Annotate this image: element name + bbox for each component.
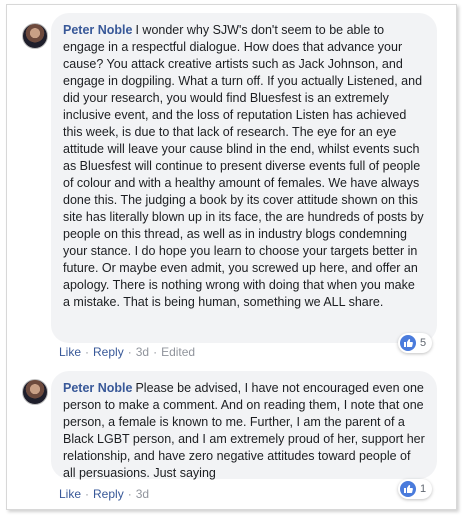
thumbs-up-icon	[400, 481, 416, 497]
comment-body: Peter Noble Please be advised, I have not…	[63, 380, 425, 482]
comment-actions: Like · Reply · 3d	[59, 487, 150, 501]
thumbs-up-icon	[400, 335, 416, 351]
avatar[interactable]	[22, 379, 48, 405]
edited-label[interactable]: Edited	[161, 345, 195, 359]
like-link[interactable]: Like	[59, 345, 81, 359]
comment-thread: Peter Noble I wonder why SJW's don't seem…	[6, 4, 457, 510]
comment-author[interactable]: Peter Noble	[63, 381, 132, 395]
avatar[interactable]	[22, 23, 48, 49]
comment-author[interactable]: Peter Noble	[63, 23, 132, 37]
reaction-number: 5	[420, 337, 427, 349]
reply-link[interactable]: Reply	[93, 487, 124, 501]
comment-actions: Like · Reply · 3d · Edited	[59, 345, 196, 359]
reply-link[interactable]: Reply	[93, 345, 124, 359]
comment-timestamp[interactable]: 3d	[136, 345, 149, 359]
comment-bubble: Peter Noble I wonder why SJW's don't seem…	[51, 13, 437, 343]
comment-body: Peter Noble I wonder why SJW's don't seem…	[63, 22, 425, 311]
reaction-count[interactable]: 5	[398, 333, 433, 353]
reaction-number: 1	[420, 483, 427, 495]
comment-text: Please be advised, I have not encouraged…	[63, 381, 425, 480]
comment-bubble: Peter Noble Please be advised, I have not…	[51, 371, 437, 482]
like-link[interactable]: Like	[59, 487, 81, 501]
comment-timestamp[interactable]: 3d	[136, 487, 149, 501]
comment-text: I wonder why SJW's don't seem to be able…	[63, 23, 424, 309]
reaction-count[interactable]: 1	[398, 479, 433, 499]
